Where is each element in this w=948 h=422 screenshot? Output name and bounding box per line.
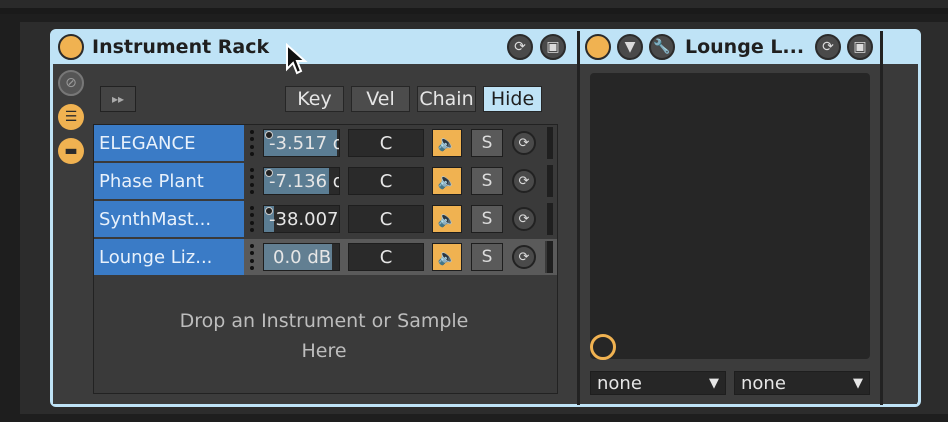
auto-select-button[interactable]: ▸▸ — [100, 86, 136, 112]
hide-button[interactable]: Hide — [483, 86, 542, 112]
chain-name[interactable]: ELEGANCE — [94, 125, 244, 161]
vel-button[interactable]: Vel — [351, 86, 410, 112]
chain-meter — [545, 165, 553, 197]
volume-knob-icon — [265, 207, 273, 215]
chain-volume[interactable]: -7.136 d — [263, 167, 340, 195]
volume-knob-icon — [265, 169, 273, 177]
save-preset-icon[interactable]: ▣ — [540, 34, 566, 60]
speaker-icon[interactable]: 🔈 — [432, 167, 462, 195]
key-button[interactable]: Key — [285, 86, 344, 112]
device-title: Lounge L... — [685, 36, 805, 58]
chain-name[interactable]: Phase Plant — [94, 163, 244, 199]
chain-meter — [545, 241, 553, 273]
chain-volume[interactable]: 0.0 dB — [263, 243, 340, 271]
solo-button[interactable]: S — [471, 205, 503, 233]
device-save-preset-icon[interactable]: ▣ — [847, 34, 873, 60]
speaker-icon[interactable]: 🔈 — [432, 205, 462, 233]
top-strip — [0, 0, 948, 8]
dropdown-value: none — [741, 372, 786, 394]
dropdown-value: none — [597, 372, 642, 394]
macro-icon[interactable]: ⊘ — [58, 70, 84, 96]
device-activator-button[interactable] — [585, 34, 611, 60]
xy-pad-handle[interactable] — [590, 334, 616, 360]
volume-value: -3.517 d — [269, 132, 340, 154]
chain-name[interactable]: SynthMast... — [94, 201, 244, 237]
hot-swap-icon[interactable]: ⟳ — [507, 34, 533, 60]
device-hot-swap-icon[interactable]: ⟳ — [815, 34, 841, 60]
chain-pan[interactable]: C — [348, 243, 424, 271]
drag-handle[interactable] — [248, 128, 256, 158]
rack-activator-button[interactable] — [58, 34, 84, 60]
speaker-icon[interactable]: 🔈 — [432, 129, 462, 157]
drop-hint: Drop an Instrument or Sample Here — [94, 306, 554, 366]
drag-handle[interactable] — [248, 166, 256, 196]
chevron-down-icon: ▼ — [709, 375, 719, 391]
rack-title: Instrument Rack — [92, 36, 270, 58]
chain-pan[interactable]: C — [348, 205, 424, 233]
chain-name[interactable]: Lounge Liz... — [94, 239, 244, 275]
chain-button[interactable]: Chain — [417, 86, 476, 112]
solo-button[interactable]: S — [471, 129, 503, 157]
chain-pan[interactable]: C — [348, 167, 424, 195]
hot-swap-chain-icon[interactable]: ⟳ — [512, 245, 536, 269]
hot-swap-chain-icon[interactable]: ⟳ — [512, 131, 536, 155]
hot-swap-chain-icon[interactable]: ⟳ — [512, 207, 536, 231]
wrench-icon[interactable]: 🔧 — [649, 34, 675, 60]
chevron-down-icon: ▼ — [853, 375, 863, 391]
chain-meter — [545, 203, 553, 235]
drop-hint-line1: Drop an Instrument or Sample — [179, 310, 469, 332]
macro-dropdown-right[interactable]: none ▼ — [734, 371, 870, 395]
chain-list-icon[interactable]: ☰ — [58, 104, 84, 130]
solo-button[interactable]: S — [471, 167, 503, 195]
device-view-icon[interactable]: ▬ — [58, 138, 84, 164]
hot-swap-chain-icon[interactable]: ⟳ — [512, 169, 536, 193]
drag-handle[interactable] — [248, 204, 256, 234]
chain-volume[interactable]: -38.007 — [263, 205, 340, 233]
right-empty-area — [883, 64, 917, 404]
chain-pan[interactable]: C — [348, 129, 424, 157]
drop-hint-line2: Here — [301, 340, 347, 362]
drag-handle[interactable] — [248, 242, 256, 272]
volume-value: -7.136 d — [269, 170, 340, 192]
top-strip-shadow — [0, 8, 948, 14]
solo-button[interactable]: S — [471, 243, 503, 271]
volume-knob-icon — [265, 131, 273, 139]
xy-pad[interactable] — [590, 73, 870, 359]
volume-value: -38.007 — [269, 208, 339, 230]
chain-volume[interactable]: -3.517 d — [263, 129, 340, 157]
macro-dropdown-left[interactable]: none ▼ — [590, 371, 726, 395]
chain-meter — [545, 127, 553, 159]
mouse-cursor-icon — [286, 43, 308, 75]
fold-triangle-icon[interactable]: ▼ — [617, 34, 643, 60]
volume-value: 0.0 dB — [273, 246, 332, 268]
speaker-icon[interactable]: 🔈 — [432, 243, 462, 271]
